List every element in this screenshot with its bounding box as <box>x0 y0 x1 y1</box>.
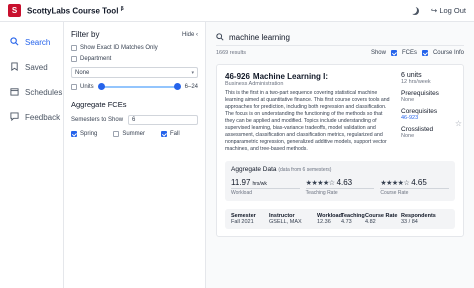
units-checkbox[interactable] <box>71 84 77 90</box>
chevron-down-icon: ▾ <box>191 69 194 76</box>
aggregate-fces-title: Aggregate FCEs <box>71 100 127 109</box>
crosslisted-value: None <box>401 133 415 139</box>
course-units: 6 units <box>401 72 422 79</box>
course-description: This is the first in a two-part sequence… <box>225 90 390 152</box>
slider-thumb-min[interactable] <box>97 83 105 90</box>
spring-checkbox[interactable]: Spring <box>71 131 97 137</box>
sidebar-item-feedback[interactable]: Feedback <box>0 107 63 128</box>
checkbox[interactable] <box>71 56 77 62</box>
bookmark-icon[interactable]: ☆ <box>455 119 462 128</box>
main-content: machine learning 1669 results Show FCEs … <box>206 22 474 288</box>
sidebar-item-search[interactable]: Search <box>0 32 63 53</box>
teaching-rate: ★★★★☆ 4.63 <box>305 178 375 189</box>
course-info-checkbox[interactable] <box>421 50 428 56</box>
coreq-link[interactable]: 46-923 <box>401 115 455 121</box>
course-department: Business Administration <box>225 81 284 87</box>
workload-value: 11.97 hrs/wk <box>231 178 300 189</box>
summer-checkbox[interactable]: Summer <box>113 131 145 137</box>
logout-button[interactable]: ↪ Log Out <box>431 6 466 15</box>
logout-icon: ↪ <box>430 6 438 15</box>
sidebar-item-schedules[interactable]: Schedules <box>0 82 63 103</box>
hide-filters-button[interactable]: Hide ‹ <box>182 32 198 38</box>
feedback-icon <box>10 112 19 123</box>
units-slider[interactable] <box>97 83 181 90</box>
fce-table: Semester Instructor Workload Teaching Course… <box>225 209 455 229</box>
bookmark-icon <box>10 62 19 73</box>
calendar-icon <box>10 87 19 98</box>
dark-mode-icon[interactable] <box>411 7 419 15</box>
slider-thumb-max[interactable] <box>173 83 181 90</box>
chevron-left-icon: ‹ <box>196 31 198 38</box>
course-rate: ★★★★☆ 4.65 <box>380 178 450 189</box>
course-title[interactable]: 46-926 Machine Learning I: <box>225 72 393 81</box>
star-rating-icon: ★★★★☆ <box>380 180 410 187</box>
top-bar: S ScottyLabs Course Tool β ↪ Log Out <box>0 0 474 22</box>
exact-id-checkbox[interactable]: Show Exact ID Matches Only <box>71 45 198 51</box>
sidebar: Search Saved Schedules Feedback <box>0 22 64 288</box>
semesters-input[interactable]: 6 <box>128 115 198 125</box>
search-icon <box>216 32 224 43</box>
fall-checkbox[interactable]: Fall <box>161 131 180 137</box>
table-row: Fall 2021 GSELL, MAX 12.36 4.73 4.82 33 / 84 <box>231 219 418 225</box>
app-logo: S <box>8 4 21 17</box>
fces-checkbox[interactable] <box>390 50 397 56</box>
search-input[interactable]: machine learning <box>216 30 464 46</box>
results-count: 1669 results <box>216 50 246 56</box>
search-icon <box>10 37 19 48</box>
prereq-value: None <box>401 97 415 103</box>
department-checkbox[interactable]: Department <box>71 56 198 62</box>
course-card[interactable]: 46-926 Machine Learning I: Business Admin… <box>216 64 464 237</box>
department-select[interactable]: None ▾ <box>71 67 198 78</box>
filter-title: Filter by <box>71 30 100 39</box>
app-title: ScottyLabs Course Tool β <box>27 5 124 16</box>
filter-panel: Filter by Hide ‹ Show Exact ID Matches O… <box>64 22 206 288</box>
star-rating-icon: ★★★★☆ <box>305 180 335 187</box>
course-hours: 12 hrs/week <box>401 79 431 85</box>
checkbox[interactable] <box>71 45 77 51</box>
aggregate-data: Aggregate Data (data from 6 semesters) 1… <box>225 161 455 201</box>
units-range: 6–24 <box>184 84 198 90</box>
sidebar-item-saved[interactable]: Saved <box>0 57 63 78</box>
